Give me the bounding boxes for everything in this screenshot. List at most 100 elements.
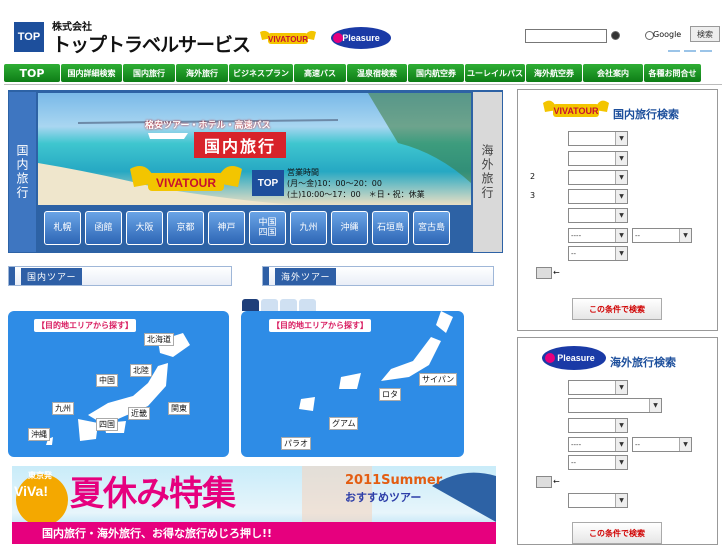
banner-tagline: 国内旅行・海外旅行、お得な旅行めじろ押し!! [12,522,496,544]
chevron-down-icon: ▼ [615,132,627,145]
select-value: -- [571,249,577,258]
map-tab[interactable] [242,299,259,311]
overseas-tour-header: 海外ツアー [262,266,494,286]
nav-bus[interactable]: 高速バス [294,64,346,82]
tab-overseas[interactable]: 海外旅行 [473,92,502,252]
overseas-select-2[interactable]: ▼ [568,398,662,413]
domestic-date-month[interactable]: -- ▼ [632,228,692,243]
overseas-search-submit[interactable]: この条件で検索 [572,522,662,544]
select-value: -- [635,440,641,449]
pin-rota[interactable]: ロタ [379,388,401,401]
chevron-down-icon: ▼ [679,438,691,451]
business-hours: 営業時間 (月～金)10：00～20：00 (土)10:00～17：00 ＊日・… [287,167,425,200]
vivatour-logo[interactable]: VIVATOUR [258,28,318,50]
pin-chugoku[interactable]: 中国 [96,374,118,387]
overseas-select-4[interactable]: ▼ [568,493,628,508]
nav-eurail[interactable]: ユーレイルパス [465,64,525,82]
map-tab[interactable] [299,299,316,311]
overseas-select-1[interactable]: ▼ [568,380,628,395]
pin-shikoku[interactable]: 四国 [96,418,118,431]
pin-kanto[interactable]: 関東 [168,402,190,415]
city-button-osaka[interactable]: 大阪 [126,211,163,245]
overseas-date-day[interactable]: -- ▼ [568,455,628,470]
domestic-select-4[interactable]: ▼ [568,189,628,204]
domestic-date-day[interactable]: -- ▼ [568,246,628,261]
domestic-select-1[interactable]: ▼ [568,131,628,146]
pin-hokkaido[interactable]: 北海道 [144,333,174,346]
nav-overseas-air[interactable]: 海外航空券 [526,64,582,82]
chevron-down-icon: ▼ [615,229,627,242]
nav-onsen[interactable]: 温泉宿検索 [347,64,407,82]
pin-guam[interactable]: グアム [329,417,359,430]
nav-overseas[interactable]: 海外旅行 [176,64,228,82]
domestic-tour-header: 国内ツアー [8,266,232,286]
chevron-down-icon: ▼ [615,456,627,469]
search-button[interactable]: 検索 [690,26,720,42]
tab-domestic[interactable]: 国内旅行 [9,92,36,252]
city-button-kobe[interactable]: 神戸 [208,211,245,245]
chevron-down-icon: ▼ [615,152,627,165]
radio-site[interactable] [611,31,620,40]
chevron-down-icon: ▼ [649,399,661,412]
domestic-map[interactable]: 【目的地エリアから探す】 北海道 北陸 中国 九州 近畿 関東 四国 沖縄 [8,311,229,457]
domestic-select-2[interactable]: ▼ [568,151,628,166]
calendar-icon[interactable] [536,267,552,279]
calendar-icon[interactable] [536,476,552,488]
pleasure-logo[interactable]: Pleasure [330,26,392,50]
divider [684,50,696,52]
city-button-kyoto[interactable]: 京都 [167,211,204,245]
overseas-date-year[interactable]: ---- ▼ [568,437,628,452]
row-label-2: 2 [530,172,536,181]
nav-business[interactable]: ビジネスプラン [229,64,293,82]
nav-divider [4,84,722,85]
city-button-kyushu[interactable]: 九州 [290,211,327,245]
nav-domestic-air[interactable]: 国内航空券 [408,64,464,82]
pin-kyushu[interactable]: 九州 [52,402,74,415]
overseas-select-3[interactable]: ▼ [568,418,628,433]
svg-text:VIVATOUR: VIVATOUR [268,35,308,44]
overseas-date-month[interactable]: -- ▼ [632,437,692,452]
nav-contact[interactable]: 各種お問合せ [644,64,701,82]
domestic-search-submit[interactable]: この条件で検索 [572,298,662,320]
banner-headline: 夏休み特集 [70,474,236,514]
pin-okinawa[interactable]: 沖縄 [28,428,50,441]
nav-company[interactable]: 会社案内 [583,64,643,82]
google-label: Google [653,30,682,39]
banner-recommend: おすすめツアー [345,491,422,504]
site-search-input[interactable] [525,29,607,43]
domestic-select-5[interactable]: ▼ [568,208,628,223]
nav-domestic-detail[interactable]: 国内詳細検索 [61,64,122,82]
chevron-down-icon: ▼ [615,438,627,451]
pin-palau[interactable]: パラオ [281,437,311,450]
pleasure-panel-logo: Pleasure [542,346,606,370]
city-button-sapporo[interactable]: 札幌 [44,211,81,245]
pin-hokuriku[interactable]: 北陸 [130,364,152,377]
domestic-select-3[interactable]: ▼ [568,170,628,185]
city-button-miyako[interactable]: 宮古島 [413,211,450,245]
map-tabs [242,299,316,311]
hero-subtitle: 格安ツアー・ホテル・高速バス [145,121,271,131]
nav-top[interactable]: TOP [4,64,60,82]
select-value: ---- [571,440,582,449]
header-bar [263,267,269,285]
city-buttons: 札幌 函館 大阪 京都 神戸 中国 四国 九州 沖縄 石垣島 宮古島 [44,211,450,245]
divider [668,50,680,52]
city-button-ishigaki[interactable]: 石垣島 [372,211,409,245]
city-button-hakodate[interactable]: 函館 [85,211,122,245]
pin-saipan[interactable]: サイパン [419,373,458,386]
top-hero-logo: TOP [252,170,284,196]
nav-domestic[interactable]: 国内旅行 [123,64,175,82]
svg-text:VIVATOUR: VIVATOUR [553,106,599,116]
company-name[interactable]: トップトラベルサービス [52,30,251,57]
pin-kinki[interactable]: 近畿 [128,407,150,420]
domestic-date-year[interactable]: ---- ▼ [568,228,628,243]
city-button-okinawa[interactable]: 沖縄 [331,211,368,245]
map-tab[interactable] [261,299,278,311]
city-button-chugoku-shikoku[interactable]: 中国 四国 [249,211,286,245]
overseas-map[interactable]: 【目的地エリアから探す】 サイパン ロタ グアム パラオ [241,311,464,457]
banner-badge-top: 東京発 [28,471,52,480]
map-tab[interactable] [280,299,297,311]
top-logo[interactable]: TOP [14,22,44,52]
overseas-tour-title: 海外ツアー [275,267,337,285]
header-bar [9,267,15,285]
